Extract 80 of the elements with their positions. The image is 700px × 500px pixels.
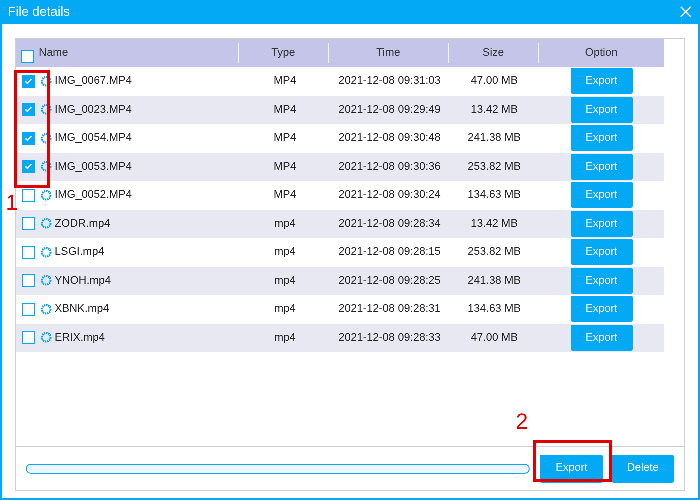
check-icon (24, 162, 33, 172)
file-name: IMG_0052.MP4 (54, 188, 132, 203)
file-size: 13.42 MB (470, 218, 518, 230)
checkbox[interactable] (22, 103, 35, 116)
file-time: 2021-12-08 09:28:33 (338, 332, 441, 344)
file-name: IMG_0054.MP4 (54, 131, 132, 146)
column-header: Time (376, 46, 401, 61)
table-row[interactable]: IMG_0023.MP4 MP4 2021-12-08 09:29:49 13.42 MB Export (16, 96, 664, 124)
export-button[interactable]: Export (570, 210, 633, 237)
export-button[interactable]: Export (570, 268, 633, 294)
file-size: 134.63 MB (468, 303, 522, 315)
table-row[interactable]: ZODR.mp4 mp4 2021-12-08 09:28:34 13.42 MB Export (16, 210, 664, 238)
column-header: Option (585, 46, 618, 61)
file-type: mp4 (274, 218, 296, 230)
check-icon (24, 76, 33, 86)
checkbox[interactable] (22, 74, 35, 88)
file-size: 253.82 MB (468, 246, 522, 258)
file-type: MP4 (274, 160, 296, 172)
file-name: ERIX.mp4 (54, 330, 106, 346)
column-header: Name (39, 46, 68, 61)
file-size: 13.42 MB (470, 104, 518, 116)
file-type: MP4 (274, 104, 296, 116)
table-row[interactable]: IMG_0053.MP4 MP4 2021-12-08 09:30:36 253.82 MB Export (16, 152, 664, 181)
select-all-checkbox[interactable] (21, 50, 34, 62)
checkbox[interactable] (22, 331, 35, 344)
checkbox[interactable] (22, 217, 35, 230)
file-type: MP4 (274, 75, 296, 87)
checkbox[interactable] (22, 160, 35, 174)
export-button[interactable]: Export (570, 68, 633, 94)
file-name: IMG_0067.MP4 (54, 74, 132, 89)
export-button[interactable]: Export (570, 182, 633, 208)
annotation-number: 2 (516, 411, 528, 433)
file-time: 2021-12-08 09:28:25 (338, 274, 441, 286)
column-header: Size (482, 46, 504, 61)
file-type: mp4 (274, 332, 296, 344)
table-row[interactable]: ERIX.mp4 mp4 2021-12-08 09:28:33 47.00 MB Export (16, 324, 664, 352)
column-header: Type (272, 46, 296, 61)
file-type: MP4 (274, 189, 296, 201)
checkbox[interactable] (22, 302, 35, 316)
export-button[interactable]: Export (570, 296, 633, 322)
file-size: 241.38 MB (468, 274, 522, 286)
check-icon (24, 105, 33, 114)
file-type: mp4 (274, 303, 296, 315)
window-title: File details (8, 3, 70, 22)
file-name: IMG_0023.MP4 (54, 102, 132, 118)
file-name: LSGI.mp4 (54, 245, 104, 260)
file-name: XBNK.mp4 (54, 302, 110, 317)
file-type: MP4 (274, 132, 296, 144)
file-name: ZODR.mp4 (54, 216, 111, 232)
close-icon[interactable] (680, 6, 692, 18)
check-icon (24, 134, 33, 143)
export-button[interactable]: Export (570, 125, 633, 152)
file-size: 47.00 MB (470, 332, 518, 344)
export-button[interactable]: Export (570, 324, 633, 351)
checkbox[interactable] (22, 132, 35, 145)
file-type: mp4 (274, 274, 296, 286)
file-type: mp4 (274, 246, 296, 258)
file-time: 2021-12-08 09:30:48 (338, 132, 441, 144)
export-button[interactable]: Export (570, 239, 633, 266)
file-time: 2021-12-08 09:30:24 (338, 189, 441, 201)
file-name: YNOH.mp4 (54, 274, 112, 288)
annotation-number: 1 (6, 192, 18, 214)
file-time: 2021-12-08 09:28:34 (338, 218, 441, 230)
file-time: 2021-12-08 09:28:31 (338, 303, 441, 315)
file-size: 134.63 MB (468, 189, 522, 201)
file-name: IMG_0053.MP4 (54, 160, 132, 174)
export-button[interactable]: Export (570, 96, 633, 123)
delete-button[interactable]: Delete (612, 454, 674, 482)
checkbox[interactable] (22, 246, 35, 259)
file-time: 2021-12-08 09:28:15 (338, 246, 441, 258)
checkbox[interactable] (22, 274, 35, 288)
file-time: 2021-12-08 09:30:36 (338, 160, 441, 172)
file-time: 2021-12-08 09:29:49 (338, 104, 441, 116)
file-size: 241.38 MB (468, 132, 522, 144)
file-time: 2021-12-08 09:31:03 (338, 75, 441, 87)
export-button[interactable]: Export (570, 154, 633, 180)
checkbox[interactable] (22, 188, 35, 202)
file-size: 47.00 MB (470, 75, 518, 87)
table-row[interactable]: YNOH.mp4 mp4 2021-12-08 09:28:25 241.38 MB Export (16, 266, 664, 295)
file-size: 253.82 MB (468, 160, 522, 172)
